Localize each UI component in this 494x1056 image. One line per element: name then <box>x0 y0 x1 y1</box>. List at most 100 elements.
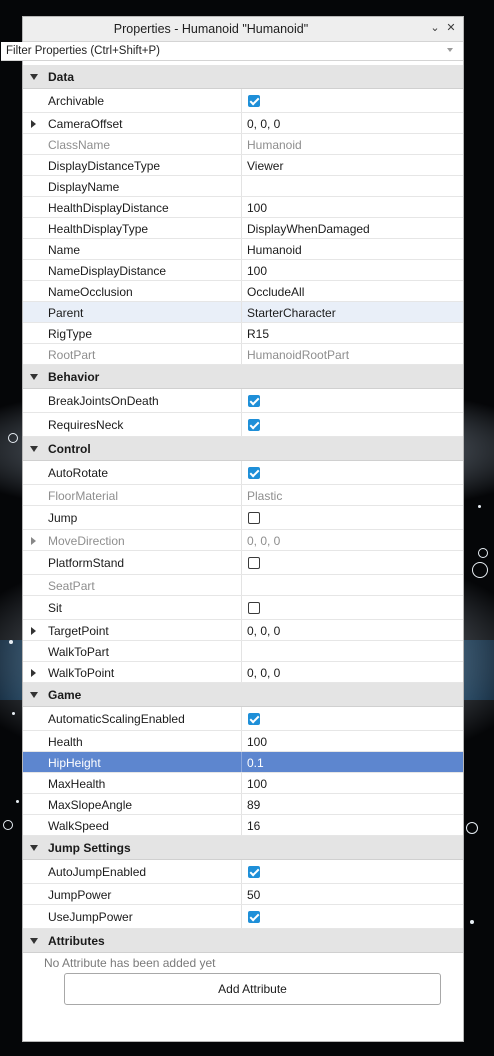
property-row-usejumppower[interactable]: UseJumpPower <box>23 905 463 929</box>
column-divider <box>241 731 242 751</box>
checked-checkbox[interactable] <box>248 419 260 431</box>
property-row-archivable[interactable]: Archivable <box>23 89 463 113</box>
property-row-targetpoint[interactable]: TargetPoint 0, 0, 0 <box>23 620 463 641</box>
property-value[interactable]: Viewer <box>247 159 283 173</box>
unchecked-checkbox[interactable] <box>248 602 260 614</box>
property-value[interactable]: 16 <box>247 819 260 833</box>
property-row-rootpart[interactable]: RootPart HumanoidRootPart <box>23 344 463 365</box>
checked-checkbox[interactable] <box>248 866 260 878</box>
property-row-rigtype[interactable]: RigType R15 <box>23 323 463 344</box>
column-divider <box>241 413 242 436</box>
checked-checkbox[interactable] <box>248 467 260 479</box>
property-name: NameDisplayDistance <box>48 264 167 278</box>
expand-arrow-icon[interactable] <box>31 669 36 677</box>
property-row-healthdisplaydistance[interactable]: HealthDisplayDistance 100 <box>23 197 463 218</box>
property-row-autojumpenabled[interactable]: AutoJumpEnabled <box>23 860 463 884</box>
chevron-down-icon[interactable] <box>447 48 453 52</box>
column-divider <box>241 620 242 640</box>
checked-checkbox[interactable] <box>248 911 260 923</box>
property-row-requiresneck[interactable]: RequiresNeck <box>23 413 463 437</box>
property-row-jumppower[interactable]: JumpPower 50 <box>23 884 463 905</box>
collapse-arrow-icon[interactable] <box>30 845 38 851</box>
property-row-maxslopeangle[interactable]: MaxSlopeAngle 89 <box>23 794 463 815</box>
column-divider <box>241 197 242 217</box>
property-value[interactable]: OccludeAll <box>247 285 304 299</box>
property-row-automaticscalingenabled[interactable]: AutomaticScalingEnabled <box>23 707 463 731</box>
property-name: DisplayName <box>48 180 120 194</box>
property-value[interactable]: 89 <box>247 798 260 812</box>
collapse-arrow-icon[interactable] <box>30 374 38 380</box>
property-row-displayname[interactable]: DisplayName <box>23 176 463 197</box>
property-row-cameraoffset[interactable]: CameraOffset 0, 0, 0 <box>23 113 463 134</box>
property-row-healthdisplaytype[interactable]: HealthDisplayType DisplayWhenDamaged <box>23 218 463 239</box>
property-row-hipheight[interactable]: HipHeight 0.1 <box>23 752 463 773</box>
collapse-arrow-icon[interactable] <box>30 938 38 944</box>
collapse-arrow-icon[interactable] <box>30 74 38 80</box>
property-row-nameocclusion[interactable]: NameOcclusion OccludeAll <box>23 281 463 302</box>
property-row-walktopart[interactable]: WalkToPart <box>23 641 463 662</box>
property-row-namedisplaydistance[interactable]: NameDisplayDistance 100 <box>23 260 463 281</box>
property-value[interactable]: 100 <box>247 201 267 215</box>
column-divider <box>241 551 242 574</box>
property-value[interactable]: DisplayWhenDamaged <box>247 222 370 236</box>
unchecked-checkbox[interactable] <box>248 557 260 569</box>
expand-arrow-icon[interactable] <box>31 537 36 545</box>
property-row-platformstand[interactable]: PlatformStand <box>23 551 463 575</box>
property-value[interactable]: 0.1 <box>247 756 264 770</box>
property-value[interactable]: 0, 0, 0 <box>247 624 280 638</box>
section-header-attributes[interactable]: Attributes <box>23 929 463 953</box>
property-value[interactable]: Humanoid <box>247 243 302 257</box>
property-value[interactable]: 50 <box>247 888 260 902</box>
section-header-jump-settings[interactable]: Jump Settings <box>23 836 463 860</box>
property-value[interactable]: 100 <box>247 735 267 749</box>
property-value[interactable]: 0, 0, 0 <box>247 117 280 131</box>
checked-checkbox[interactable] <box>248 713 260 725</box>
chevron-down-icon[interactable]: ⌄ <box>427 20 443 36</box>
section-header-control[interactable]: Control <box>23 437 463 461</box>
property-row-name[interactable]: Name Humanoid <box>23 239 463 260</box>
property-row-movedirection[interactable]: MoveDirection 0, 0, 0 <box>23 530 463 551</box>
property-row-classname[interactable]: ClassName Humanoid <box>23 134 463 155</box>
property-row-health[interactable]: Health 100 <box>23 731 463 752</box>
section-header-behavior[interactable]: Behavior <box>23 365 463 389</box>
property-name: NameOcclusion <box>48 285 133 299</box>
property-value[interactable]: 100 <box>247 264 267 278</box>
section-header-game[interactable]: Game <box>23 683 463 707</box>
property-row-seatpart[interactable]: SeatPart <box>23 575 463 596</box>
property-value[interactable]: 100 <box>247 777 267 791</box>
property-value: Plastic <box>247 489 283 503</box>
add-attribute-button[interactable]: Add Attribute <box>64 973 441 1005</box>
unchecked-checkbox[interactable] <box>248 512 260 524</box>
close-icon[interactable]: ✕ <box>443 20 459 36</box>
column-divider <box>241 794 242 814</box>
properties-panel: Properties - Humanoid "Humanoid" ⌄ ✕ Dat… <box>1 16 464 1042</box>
column-divider <box>241 905 242 928</box>
checked-checkbox[interactable] <box>248 395 260 407</box>
expand-arrow-icon[interactable] <box>31 120 36 128</box>
property-row-maxhealth[interactable]: MaxHealth 100 <box>23 773 463 794</box>
property-row-autorotate[interactable]: AutoRotate <box>23 461 463 485</box>
background-bubble <box>472 562 488 578</box>
expand-arrow-icon[interactable] <box>31 627 36 635</box>
property-row-walktopoint[interactable]: WalkToPoint 0, 0, 0 <box>23 662 463 683</box>
section-header-data[interactable]: Data <box>23 65 463 89</box>
property-row-sit[interactable]: Sit <box>23 596 463 620</box>
title-bar[interactable]: Properties - Humanoid "Humanoid" ⌄ ✕ <box>23 17 463 42</box>
property-row-walkspeed[interactable]: WalkSpeed 16 <box>23 815 463 836</box>
property-value[interactable]: StarterCharacter <box>247 306 336 320</box>
background-bubble <box>466 822 478 834</box>
property-row-parent[interactable]: Parent StarterCharacter <box>23 302 463 323</box>
property-row-breakjointsondeath[interactable]: BreakJointsOnDeath <box>23 389 463 413</box>
property-row-jump[interactable]: Jump <box>23 506 463 530</box>
property-value[interactable]: 0, 0, 0 <box>247 666 280 680</box>
column-divider <box>241 575 242 595</box>
filter-bar <box>1 42 463 61</box>
filter-properties-input[interactable] <box>6 43 426 59</box>
property-row-displaydistancetype[interactable]: DisplayDistanceType Viewer <box>23 155 463 176</box>
collapse-arrow-icon[interactable] <box>30 692 38 698</box>
property-row-floormaterial[interactable]: FloorMaterial Plastic <box>23 485 463 506</box>
property-name: RequiresNeck <box>48 418 124 432</box>
checked-checkbox[interactable] <box>248 95 260 107</box>
property-value[interactable]: R15 <box>247 327 269 341</box>
collapse-arrow-icon[interactable] <box>30 446 38 452</box>
